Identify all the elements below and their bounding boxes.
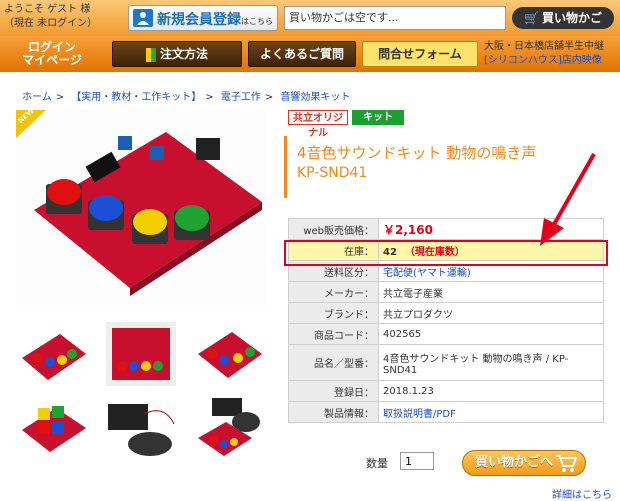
thumbnail-1[interactable] (16, 320, 90, 388)
quantity-label: 数量 (366, 457, 388, 470)
thumbnail-2[interactable] (104, 320, 178, 388)
spec-key: ブランド： (288, 302, 379, 324)
spec-value: 共立電子産業 (378, 281, 604, 303)
cart-button-label: 買い物かご (541, 11, 602, 25)
badge-original: 共立オリジナル (288, 110, 348, 139)
new-badge: NEW (16, 107, 46, 138)
nav-order[interactable]: 注文方法 (112, 41, 242, 67)
nav-login[interactable]: ログイン マイページ (4, 41, 100, 69)
breadcrumb-electronics[interactable]: 電子工作 (221, 92, 261, 103)
red-arrow-icon (530, 150, 600, 254)
spec-key: 登録日： (288, 380, 379, 402)
main-product-image[interactable] (16, 110, 266, 310)
table-row: 製品情報： 取扱説明書/PDF (288, 401, 604, 423)
register-sub: はこちら (241, 17, 273, 26)
quantity-input[interactable] (400, 452, 434, 470)
table-row: ブランド： 共立プロダクツ (288, 302, 604, 324)
spec-value: 402565 (378, 323, 604, 345)
store-info[interactable]: 大阪・日本橋店舗半生中継 [シリコンハウス]店内映像 (484, 40, 618, 68)
manual-pdf-link[interactable]: 取扱説明書/PDF (383, 409, 456, 420)
nav-form-label: 問合せフォーム (378, 47, 462, 61)
thumbnail-5[interactable] (104, 394, 178, 462)
cart-icon (555, 453, 578, 482)
nav-order-label: 注文方法 (159, 47, 208, 61)
nav-contact-form[interactable]: 問合せフォーム (362, 41, 478, 67)
breadcrumb-home[interactable]: ホーム (22, 92, 52, 103)
breadcrumb-kits[interactable]: 【実用・教材・工作キット】 (71, 92, 201, 103)
details-link[interactable]: 詳細はこちら (552, 486, 612, 501)
register-button[interactable]: 新規会員登録はこちら (128, 5, 278, 31)
store-line-1: 大阪・日本橋店舗半生中継 (484, 41, 604, 52)
top-bar: ようこそ ゲスト 様 （現在 未ログイン） 新規会員登録はこちら 買い物かごは空… (0, 0, 620, 36)
cart-icon: 🛒 (524, 11, 539, 25)
nav-faq[interactable]: よくあるご質問 (248, 41, 356, 67)
shipping-link[interactable]: 宅配便(ヤマト運輸) (383, 268, 471, 279)
add-to-cart-label: 買い物かごへ (475, 455, 554, 470)
welcome-text: ようこそ ゲスト 様 （現在 未ログイン） (4, 4, 98, 29)
spec-key: 品名／型番： (288, 344, 379, 381)
member-card-icon (133, 9, 153, 27)
spec-value: 4音色サウンドキット 動物の鳴き声 / KP-SND41 (378, 344, 604, 381)
spec-key: web販売価格： (288, 218, 379, 240)
beginner-mark-icon (145, 47, 156, 62)
thumbnail-3[interactable] (192, 320, 266, 388)
spec-key: 製品情報： (288, 401, 379, 423)
breadcrumb: ホーム > 【実用・教材・工作キット】 > 電子工作 > 音響効果キット (22, 92, 351, 103)
badge-kit: キット (352, 110, 404, 125)
spec-value: 2018.1.23 (378, 380, 604, 402)
spec-key: メーカー： (288, 281, 379, 303)
add-to-cart-button[interactable]: 買い物かごへ (462, 450, 586, 476)
nav-faq-label: よくあるご質問 (259, 47, 344, 61)
register-label: 新規会員登録 (157, 12, 241, 28)
table-row: 登録日： 2018.1.23 (288, 380, 604, 402)
spec-value: 共立プロダクツ (378, 302, 604, 324)
thumbnail-6[interactable] (192, 394, 266, 462)
cart-status: 買い物かごは空です... (284, 6, 506, 30)
spec-key: 商品コード： (288, 323, 379, 345)
table-row: 商品コード： 402565 (288, 323, 604, 345)
thumbnail-4[interactable] (16, 394, 90, 462)
table-row: メーカー： 共立電子産業 (288, 281, 604, 303)
table-row: 品名／型番： 4音色サウンドキット 動物の鳴き声 / KP-SND41 (288, 344, 604, 381)
cart-button[interactable]: 🛒 買い物かご (512, 7, 614, 29)
breadcrumb-sound-kit[interactable]: 音響効果キット (280, 92, 350, 103)
store-line-2: [シリコンハウス]店内映像 (484, 55, 602, 66)
